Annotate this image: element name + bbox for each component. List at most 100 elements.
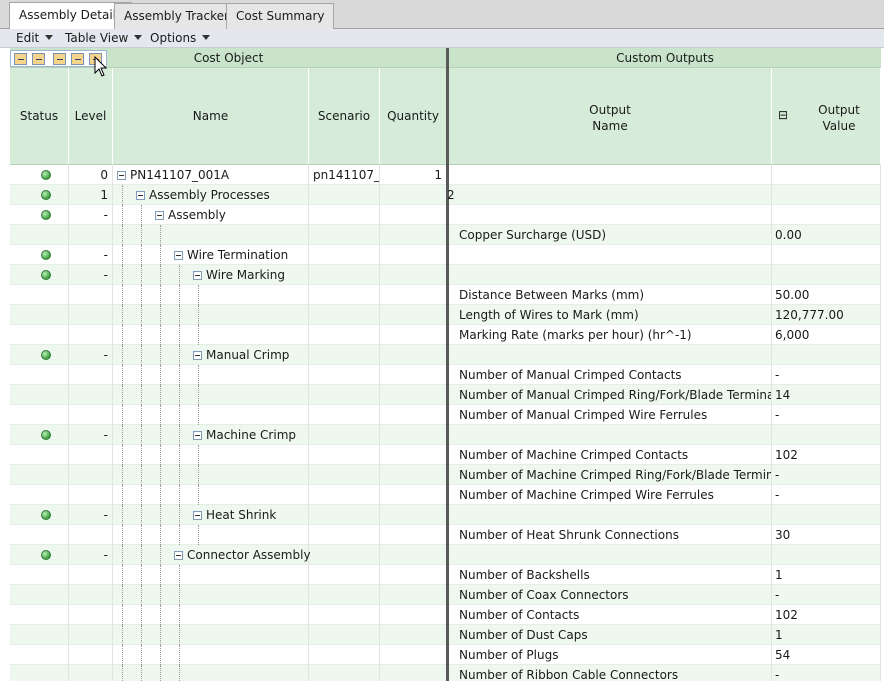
tree-guide-line <box>141 385 142 405</box>
tree-guide-line <box>122 425 123 445</box>
name-cell[interactable] <box>113 325 309 345</box>
column-header-status[interactable]: Status <box>10 68 69 165</box>
name-cell[interactable] <box>113 285 309 305</box>
tree-guide-line <box>141 485 142 505</box>
collapse-node-icon[interactable] <box>193 271 202 280</box>
name-cell[interactable]: Connector Assembly <box>113 545 311 565</box>
name-cell[interactable] <box>113 565 309 585</box>
collapse-node-icon[interactable] <box>155 211 164 220</box>
name-cell[interactable]: Assembly <box>113 205 309 225</box>
tree-guide-line <box>160 445 161 465</box>
collapse-all-icon[interactable] <box>32 53 45 65</box>
node-name: Machine Crimp <box>206 428 296 442</box>
name-cell[interactable] <box>113 305 309 325</box>
scenario-cell <box>309 605 380 625</box>
tree-guide-line <box>141 465 142 485</box>
name-cell[interactable]: Wire Marking <box>113 265 309 285</box>
name-cell[interactable] <box>113 405 309 425</box>
scenario-cell <box>309 405 380 425</box>
tree-guide-line <box>198 405 199 425</box>
name-cell[interactable] <box>113 665 309 681</box>
name-cell[interactable] <box>113 525 309 545</box>
tree-guide-line <box>141 265 142 285</box>
output-value-cell: 120,777.00 <box>772 305 881 325</box>
name-cell[interactable] <box>113 485 309 505</box>
name-cell[interactable]: Heat Shrink <box>113 505 309 525</box>
name-cell[interactable]: PN141107_001A <box>113 165 309 185</box>
tab-assembly-tracker[interactable]: Assembly Tracker <box>114 3 239 29</box>
tree-guide-line <box>122 205 123 225</box>
tree-guide-line <box>179 285 180 305</box>
menu-edit[interactable]: Edit <box>16 29 54 48</box>
status-cell <box>10 365 69 385</box>
name-cell[interactable] <box>113 645 309 665</box>
tree-guide-line <box>141 585 142 605</box>
collapse-level-icon[interactable] <box>71 53 84 65</box>
output-value-cell <box>772 345 881 365</box>
column-header-output-value[interactable]: ⊟ Output Value <box>772 68 881 165</box>
scenario-cell <box>309 485 380 505</box>
output-name-cell: Marking Rate (marks per hour) (hr^-1) <box>454 325 772 345</box>
output-value-cell <box>772 245 881 265</box>
name-cell[interactable] <box>113 385 309 405</box>
collapse-node-icon[interactable] <box>136 191 145 200</box>
output-value-cell: - <box>772 405 881 425</box>
node-name: Assembly Processes <box>149 188 270 202</box>
output-name-cell: Number of Manual Crimped Ring/Fork/Blade… <box>454 385 772 405</box>
name-cell[interactable] <box>113 585 309 605</box>
name-cell[interactable] <box>113 605 309 625</box>
quantity-cell <box>380 605 447 625</box>
output-value-cell: 102 <box>772 605 881 625</box>
name-cell[interactable] <box>113 225 309 245</box>
output-value-cell: 14 <box>772 385 881 405</box>
expand-level-icon[interactable] <box>53 53 66 65</box>
collapse-node-icon[interactable] <box>193 511 202 520</box>
scenario-cell <box>309 325 380 345</box>
column-header-output-name[interactable]: Output Name <box>449 68 772 165</box>
status-cell <box>10 425 69 445</box>
tab-cost-summary[interactable]: Cost Summary <box>226 3 335 29</box>
tree-guide-line <box>198 325 199 345</box>
column-header-level[interactable]: Level <box>69 68 113 165</box>
output-name-cell: Length of Wires to Mark (mm) <box>454 305 772 325</box>
column-header-scenario[interactable]: Scenario <box>309 68 380 165</box>
column-header-name[interactable]: Name <box>113 68 309 165</box>
output-value-cell <box>772 165 881 185</box>
output-value-cell <box>772 205 881 225</box>
collapse-node-icon[interactable] <box>193 431 202 440</box>
tree-guide-line <box>160 325 161 345</box>
menu-table-view[interactable]: Table View <box>65 29 143 48</box>
collapse-node-icon[interactable] <box>174 251 183 260</box>
collapse-node-icon[interactable] <box>193 351 202 360</box>
name-cell[interactable]: Assembly Processes <box>113 185 309 205</box>
column-splitter[interactable] <box>446 48 449 681</box>
scenario-cell <box>309 505 380 525</box>
scenario-cell <box>309 345 380 365</box>
output-value-cell: - <box>772 665 881 681</box>
status-cell <box>10 165 69 185</box>
name-cell[interactable]: Machine Crimp <box>113 425 309 445</box>
status-cell <box>10 625 69 645</box>
tree-guide-line <box>122 365 123 385</box>
name-cell[interactable]: Manual Crimp <box>113 345 309 365</box>
scenario-cell: pn141107_... <box>309 165 380 185</box>
collapse-node-icon[interactable] <box>174 551 183 560</box>
scenario-cell <box>309 445 380 465</box>
output-name-cell: Number of Machine Crimped Ring/Fork/Blad… <box>454 465 772 485</box>
expand-all-icon[interactable] <box>14 53 27 65</box>
tree-guide-line <box>179 525 180 545</box>
name-cell[interactable]: Wire Termination <box>113 245 309 265</box>
status-cell <box>10 645 69 665</box>
collapse-node-icon[interactable] <box>117 171 126 180</box>
menu-options[interactable]: Options <box>150 29 211 48</box>
name-cell[interactable] <box>113 625 309 645</box>
column-header-quantity[interactable]: Quantity <box>380 68 447 165</box>
name-cell[interactable] <box>113 465 309 485</box>
name-cell[interactable] <box>113 365 309 385</box>
tree-guide-line <box>122 245 123 265</box>
name-cell[interactable] <box>113 445 309 465</box>
level-cell <box>69 485 113 505</box>
status-ok-icon <box>41 550 51 560</box>
collapse-column-icon[interactable]: ⊟ <box>778 107 788 123</box>
tree-guide-line <box>179 625 180 645</box>
